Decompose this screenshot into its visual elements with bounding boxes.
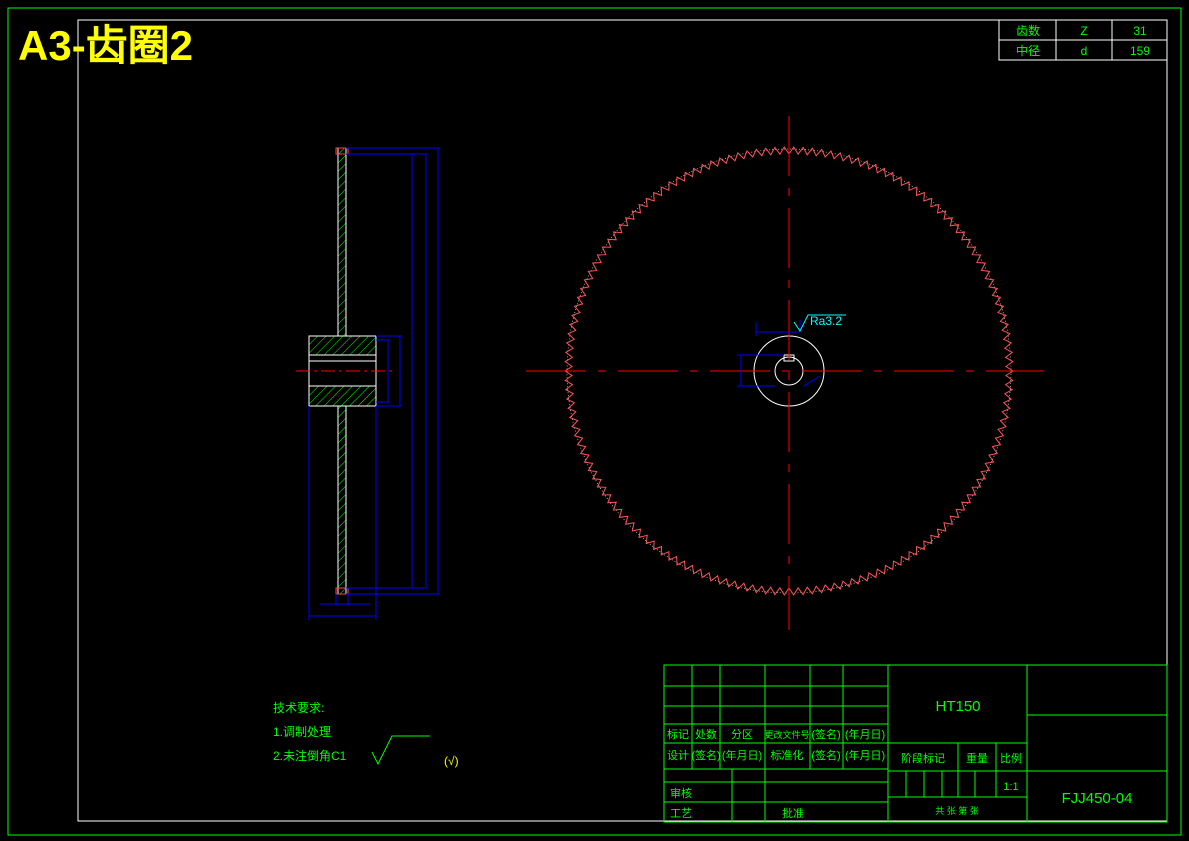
svg-text:(年月日): (年月日) [845, 727, 885, 741]
scale-value: 1:1 [1003, 781, 1018, 793]
svg-text:标记: 标记 [667, 727, 689, 741]
weight-label: 重量 [966, 751, 988, 765]
svg-text:(签名): (签名) [811, 748, 840, 762]
general-roughness-mark: (√) [444, 754, 459, 768]
stage-label: 阶段标记 [901, 751, 945, 765]
roughness-label: Ra3.2 [810, 314, 842, 328]
svg-text:设计: 设计 [667, 749, 689, 762]
section-view [296, 147, 440, 620]
inner-frame [77, 19, 1168, 822]
drawing-number: FJJ450-04 [1062, 790, 1133, 807]
front-view: Ra3.2 [526, 116, 1044, 630]
engineering-drawing: A3-齿圈2 齿数 Z 31 中径 d 159 Ra3.2 技术要求: 1.调制… [7, 7, 1182, 836]
process-label: 工艺 [670, 807, 692, 820]
sheets-label: 共 张 第 张 [935, 805, 979, 816]
param-value-teeth: 31 [1133, 24, 1147, 38]
tech-req-heading: 技术要求: [273, 701, 324, 715]
param-value-diameter: 159 [1130, 44, 1150, 58]
tech-req-item-2: 2.未注倒角C1 [273, 748, 347, 763]
param-name-teeth: 齿数 [1016, 23, 1040, 38]
drawing-title: A3-齿圈2 [18, 22, 193, 69]
param-name-diameter: 中径 [1016, 43, 1040, 58]
param-symbol-d: d [1081, 44, 1088, 58]
parameter-table: 齿数 Z 31 中径 d 159 [998, 19, 1168, 61]
svg-text:(年月日): (年月日) [845, 748, 885, 762]
svg-text:标准化: 标准化 [771, 748, 804, 762]
svg-text:分区: 分区 [731, 728, 753, 741]
svg-text:更改文件号: 更改文件号 [764, 729, 809, 740]
material-label: HT150 [935, 698, 980, 715]
svg-text:(签名): (签名) [811, 727, 840, 741]
tech-req-item-1: 1.调制处理 [273, 725, 331, 739]
review-label: 审核 [670, 786, 692, 800]
param-symbol-z: Z [1080, 24, 1087, 38]
scale-label: 比例 [1000, 751, 1022, 765]
general-roughness-symbol [371, 735, 430, 766]
approve-label: 批准 [782, 806, 804, 820]
technical-requirements: 技术要求: 1.调制处理 2.未注倒角C1 (√) [273, 701, 459, 768]
svg-text:(签名): (签名) [691, 748, 720, 762]
svg-text:处数: 处数 [695, 728, 717, 741]
svg-text:(年月日): (年月日) [722, 748, 762, 762]
